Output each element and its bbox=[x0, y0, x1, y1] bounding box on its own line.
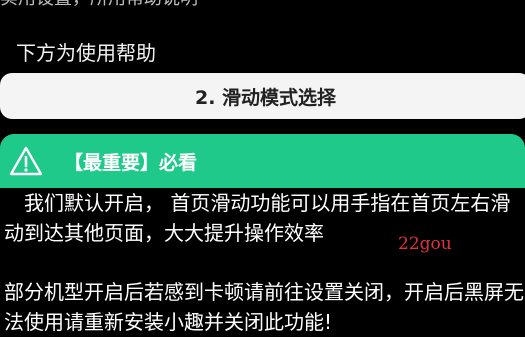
important-notice-text: 【最重要】必看 bbox=[64, 151, 198, 174]
swipe-mode-select-label: 2. 滑动模式选择 bbox=[194, 86, 337, 109]
important-notice-banner: 【最重要】必看 bbox=[0, 134, 525, 188]
warning-triangle-icon bbox=[6, 143, 46, 179]
watermark: 22gou bbox=[398, 234, 452, 254]
lag-warning-paragraph: 部分机型开启后若感到卡顿请前往设置关闭，开启后黑屏无法使用请重新安装小趣并关闭此… bbox=[4, 280, 524, 334]
swipe-mode-select-button[interactable]: 2. 滑动模式选择 bbox=[0, 73, 525, 119]
clipped-header-text: 实用设置，所用帮助说明 bbox=[0, 0, 525, 10]
help-section-title: 下方为使用帮助 bbox=[16, 41, 156, 65]
